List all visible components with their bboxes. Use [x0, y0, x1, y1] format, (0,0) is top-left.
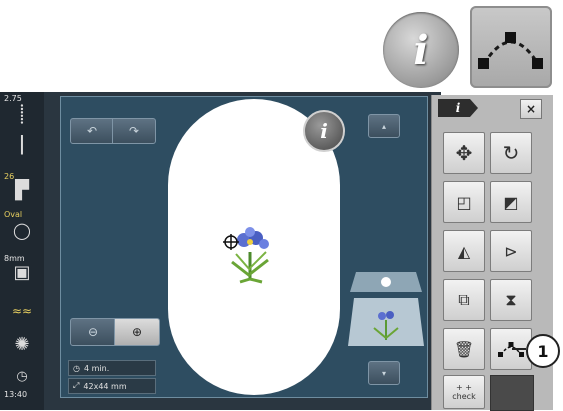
curve-button-illustration — [470, 6, 552, 88]
stitch-length-value: 26 — [4, 172, 15, 181]
thread-tension-icon[interactable]: ≈≈ — [9, 302, 35, 320]
callout-number: 1 — [537, 341, 549, 361]
info-button[interactable]: i — [303, 110, 345, 152]
duplicate-icon: ⧉ — [458, 290, 470, 309]
rotate-icon: ↻ — [502, 141, 520, 165]
zoom-in-icon: ⊕ — [131, 325, 143, 339]
time-display: 13:40 — [4, 390, 28, 399]
undo-button[interactable]: ↶ — [70, 118, 114, 144]
stitch-width-value: 2.75 — [4, 94, 22, 103]
zoom-in-button[interactable]: ⊕ — [114, 318, 160, 346]
move-arrows-icon: ✥ — [455, 141, 473, 165]
move-button[interactable]: ✥ — [443, 132, 485, 174]
clock-icon: ◷ — [16, 369, 28, 384]
scroll-down-button[interactable]: ▾ — [368, 361, 400, 385]
presser-foot-icon[interactable]: ⸽ — [9, 106, 35, 124]
info-tab-label: i — [455, 101, 461, 115]
arrow-down-icon: ▾ — [381, 368, 386, 378]
resize-icon: ◰ — [456, 192, 472, 212]
scroll-up-button[interactable]: ▴ — [368, 114, 400, 138]
info-glyph-small: i — [320, 119, 328, 143]
layer-preview[interactable] — [346, 262, 426, 348]
callout-leader-line — [512, 348, 526, 350]
info-tab[interactable]: i — [438, 99, 478, 117]
info-button-illustration: i — [383, 12, 459, 88]
needle-icon[interactable]: ǀ — [9, 133, 35, 153]
flower-design[interactable] — [222, 224, 278, 284]
zoom-out-button[interactable]: ⊖ — [70, 318, 116, 346]
settings-icon[interactable]: ✺ — [9, 336, 35, 354]
stitch-plate-icon[interactable]: ▣ — [9, 264, 35, 282]
redo-icon: ↷ — [128, 124, 140, 138]
close-button[interactable]: × — [520, 99, 542, 119]
trash-icon: 🗑 — [453, 339, 475, 359]
stitch-type-icon: ⧗ — [505, 290, 517, 309]
check-button[interactable]: + + check — [443, 375, 485, 409]
group-icon: ◩ — [503, 192, 519, 212]
hoop-icon[interactable]: ◯ — [9, 222, 35, 240]
duplicate-button[interactable]: ⧉ — [443, 279, 485, 321]
rotate-button[interactable]: ↻ — [490, 132, 532, 174]
foot-type-icon[interactable]: ▛ — [9, 182, 35, 200]
size-icon: ⤢ — [73, 381, 80, 390]
crosshair-icon — [223, 234, 239, 250]
stitch-time-value: 4 min. — [83, 363, 110, 373]
info-glyph: i — [413, 26, 429, 74]
redo-button[interactable]: ↷ — [112, 118, 156, 144]
resize-button[interactable]: ◰ — [443, 181, 485, 223]
callout-marker: 1 — [526, 334, 560, 368]
arrow-up-icon: ▴ — [381, 121, 386, 131]
empty-tool-slot — [490, 375, 534, 411]
close-icon: × — [525, 102, 537, 116]
design-size-value: 42x44 mm — [83, 381, 127, 391]
zoom-out-icon: ⊖ — [87, 325, 99, 339]
check-arrows-icon: + + — [456, 383, 472, 392]
mirror-horizontal-icon: ◭ — [457, 241, 471, 261]
group-button[interactable]: ◩ — [490, 181, 532, 223]
undo-icon: ↶ — [86, 124, 98, 138]
mirror-vertical-icon: ⊳ — [504, 241, 518, 261]
delete-button[interactable]: 🗑 — [443, 328, 485, 370]
hoop-name: Oval — [4, 210, 23, 219]
clock-small-icon: ◷ — [73, 363, 80, 373]
mirror-horizontal-button[interactable]: ◭ — [443, 230, 485, 272]
design-size-display: ⤢ 42x44 mm — [68, 378, 156, 394]
left-status-bar: 2.75 ⸽ ǀ 26 ▛ Oval ◯ 8mm ▣ ≈≈ ✺ ◷ 13:40 — [0, 92, 44, 410]
mirror-vertical-button[interactable]: ⊳ — [490, 230, 532, 272]
curve-icon — [478, 32, 543, 69]
check-label: check — [452, 392, 476, 401]
stitch-type-button[interactable]: ⧗ — [490, 279, 532, 321]
stitch-time-display: ◷ 4 min. — [68, 360, 156, 376]
